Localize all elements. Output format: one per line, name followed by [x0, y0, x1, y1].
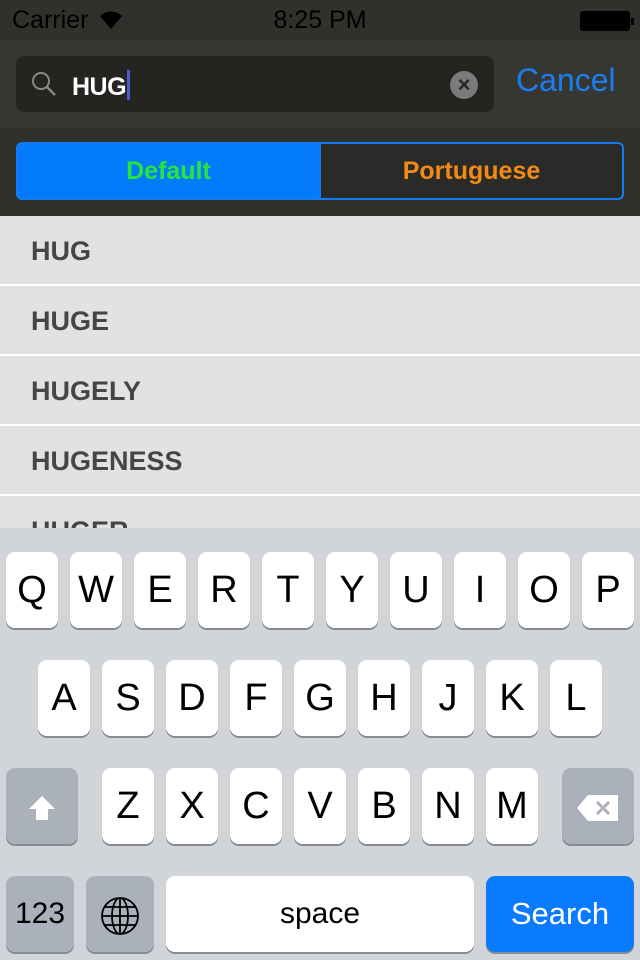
search-query: HUG: [72, 73, 127, 101]
cancel-button[interactable]: Cancel: [516, 62, 616, 99]
space-key[interactable]: space: [166, 876, 474, 952]
list-item[interactable]: HUGELY: [0, 356, 640, 426]
key-c[interactable]: C: [230, 768, 282, 844]
key-a[interactable]: A: [38, 660, 90, 736]
clock: 8:25 PM: [273, 6, 367, 34]
key-u[interactable]: U: [390, 552, 442, 628]
shift-key[interactable]: [6, 768, 78, 844]
scope-default[interactable]: Default: [18, 144, 319, 198]
scope-portuguese[interactable]: Portuguese: [319, 144, 622, 198]
key-w[interactable]: W: [70, 552, 122, 628]
clear-icon[interactable]: ×: [450, 71, 478, 99]
status-bar: Carrier 8:25 PM: [0, 0, 640, 40]
list-item[interactable]: HUG: [0, 216, 640, 286]
delete-key[interactable]: [562, 768, 634, 844]
key-j[interactable]: J: [422, 660, 474, 736]
key-m[interactable]: M: [486, 768, 538, 844]
key-d[interactable]: D: [166, 660, 218, 736]
key-n[interactable]: N: [422, 768, 474, 844]
backspace-icon: [576, 785, 620, 827]
numbers-key[interactable]: 123: [6, 876, 74, 952]
key-y[interactable]: Y: [326, 552, 378, 628]
key-z[interactable]: Z: [102, 768, 154, 844]
text-caret: [127, 70, 131, 100]
battery-icon: [580, 11, 634, 31]
key-f[interactable]: F: [230, 660, 282, 736]
search-bar: HUG × Cancel: [0, 40, 640, 128]
list-item[interactable]: HUGE: [0, 286, 640, 356]
shift-icon: [27, 785, 57, 827]
key-g[interactable]: G: [294, 660, 346, 736]
key-r[interactable]: R: [198, 552, 250, 628]
key-x[interactable]: X: [166, 768, 218, 844]
key-v[interactable]: V: [294, 768, 346, 844]
search-key[interactable]: Search: [486, 876, 634, 952]
globe-key[interactable]: [86, 876, 154, 952]
key-q[interactable]: Q: [6, 552, 58, 628]
scope-segmented-control: Default Portuguese: [16, 142, 624, 200]
key-k[interactable]: K: [486, 660, 538, 736]
keyboard: Q W E R T Y U I O P A S D F G H J K L Z X C V B N M 123 space Search: [0, 528, 640, 960]
scope-bar: Default Portuguese: [0, 128, 640, 216]
key-l[interactable]: L: [550, 660, 602, 736]
search-icon: [30, 70, 58, 103]
search-input[interactable]: HUG ×: [16, 56, 494, 112]
key-o[interactable]: O: [518, 552, 570, 628]
key-b[interactable]: B: [358, 768, 410, 844]
key-h[interactable]: H: [358, 660, 410, 736]
key-i[interactable]: I: [454, 552, 506, 628]
results-list: HUGHUGEHUGELYHUGENESSHUGER: [0, 216, 640, 528]
list-item[interactable]: HUGENESS: [0, 426, 640, 496]
globe-icon: [100, 893, 140, 935]
key-p[interactable]: P: [582, 552, 634, 628]
key-e[interactable]: E: [134, 552, 186, 628]
list-item[interactable]: HUGER: [0, 496, 640, 528]
key-t[interactable]: T: [262, 552, 314, 628]
key-s[interactable]: S: [102, 660, 154, 736]
